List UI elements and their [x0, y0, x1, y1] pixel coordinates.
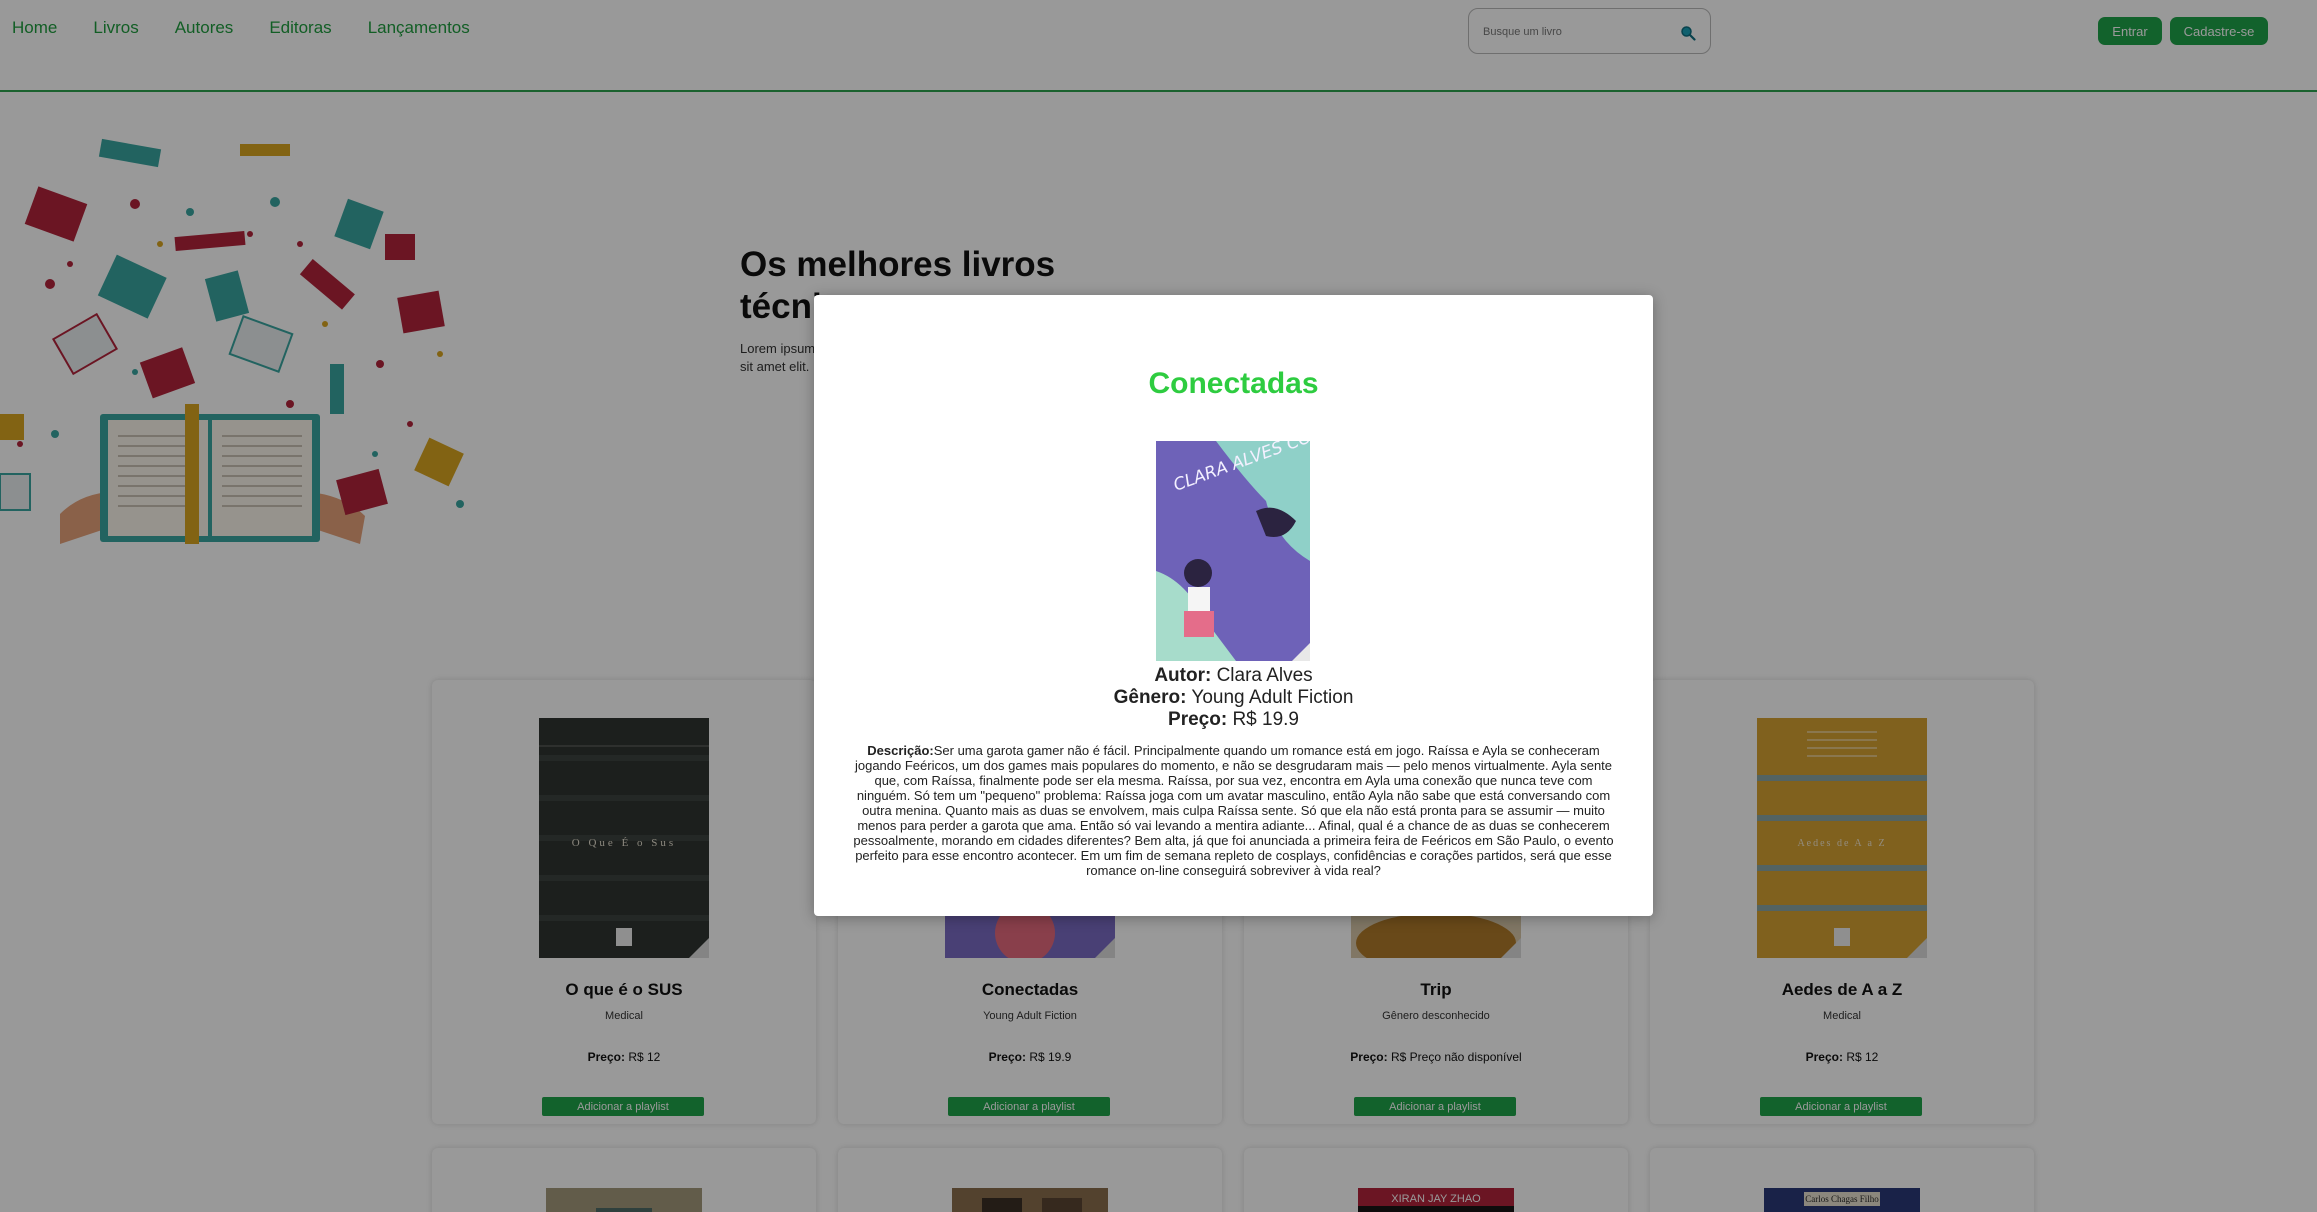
modal-description: Descrição:Ser uma garota gamer não é fác…	[853, 743, 1614, 878]
modal-book-cover: CLARA ALVES CONECTADAS	[1156, 441, 1310, 661]
book-details-modal: Conectadas CLARA ALVES CONECTADAS Autor:…	[814, 295, 1653, 916]
modal-author: Autor: Clara Alves	[1154, 665, 1313, 686]
modal-title: Conectadas	[1148, 367, 1319, 400]
modal-price: Preço: R$ 19.9	[1168, 709, 1299, 730]
modal-book-info: Autor: Clara Alves Gênero: Young Adult F…	[814, 665, 1653, 731]
modal-genre: Gênero: Young Adult Fiction	[1113, 687, 1354, 708]
